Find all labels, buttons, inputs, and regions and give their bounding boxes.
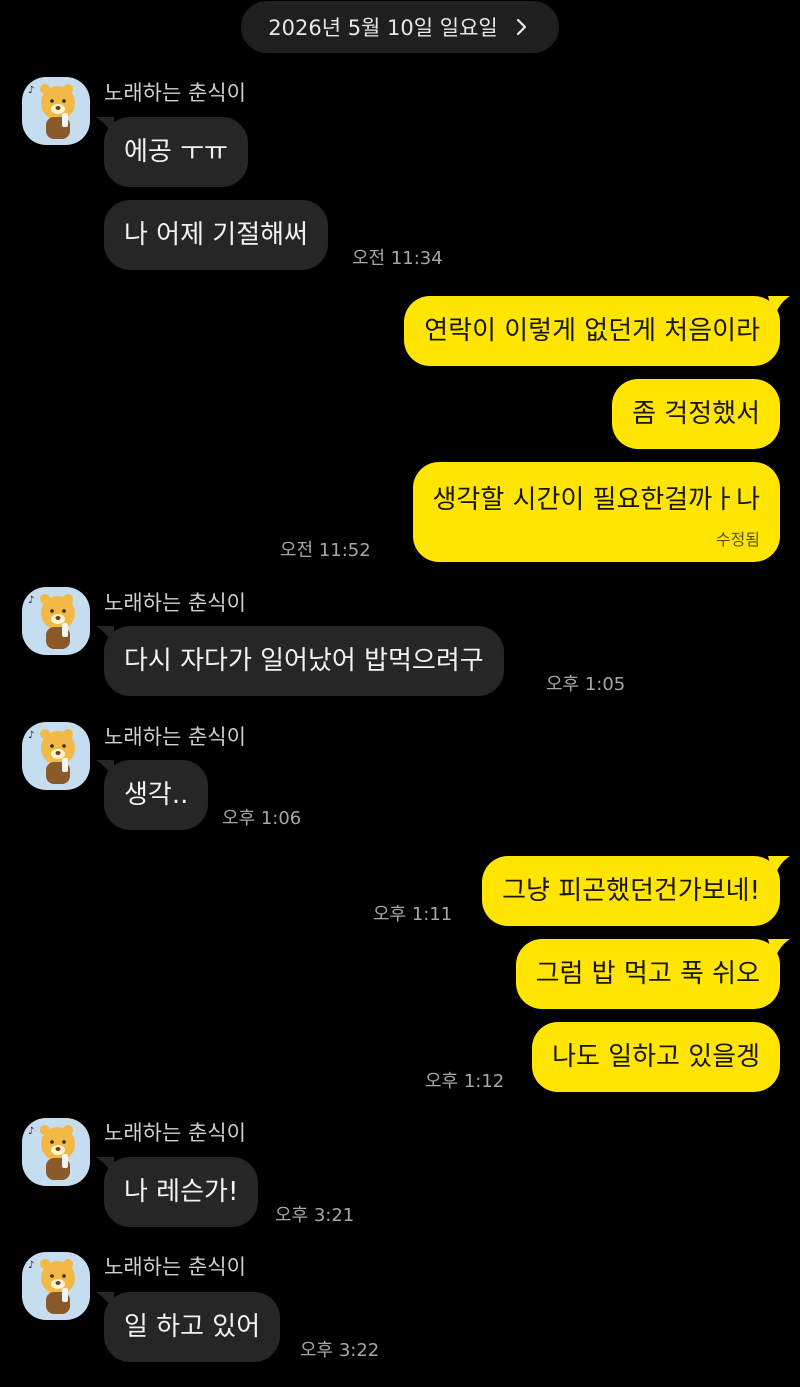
message-time: 오후 1:06 <box>222 808 302 829</box>
message-text: 나도 일하고 있을겡 <box>552 1042 760 1072</box>
incoming-message[interactable]: 에공 ㅜㅠ <box>104 117 248 187</box>
outgoing-message[interactable]: 연락이 이렇게 없던게 처음이라 <box>404 296 780 366</box>
svg-text:♪: ♪ <box>28 85 34 96</box>
sender-avatar[interactable]: ♪ <box>22 77 90 145</box>
message-time: 오후 1:05 <box>546 674 626 695</box>
message-text: 다시 자다가 일어났어 밥먹으려구 <box>124 646 484 676</box>
date-header-text: 2026년 5월 10일 일요일 <box>268 16 498 40</box>
incoming-message[interactable]: 생각.. <box>104 760 209 830</box>
outgoing-message[interactable]: 그냥 피곤했던건가보네! <box>482 856 780 926</box>
sender-avatar[interactable]: ♪ <box>22 1118 90 1186</box>
incoming-message[interactable]: 나 레슨가! <box>104 1157 259 1227</box>
outgoing-message[interactable]: 그럼 밥 먹고 푹 쉬오 <box>515 939 780 1009</box>
edited-label: 수정됨 <box>715 530 760 549</box>
message-text: 나 레슨가! <box>124 1177 239 1207</box>
sender-name: 노래하는 춘식이 <box>104 1255 246 1279</box>
message-text: 그럼 밥 먹고 푹 쉬오 <box>535 959 760 989</box>
svg-text:♪: ♪ <box>28 1260 34 1271</box>
message-time: 오전 11:52 <box>280 540 371 561</box>
message-time: 오전 11:34 <box>352 248 443 269</box>
outgoing-message[interactable]: 좀 걱정했서 <box>612 379 780 449</box>
message-text: 나 어제 기절해써 <box>124 220 308 250</box>
message-text: 좀 걱정했서 <box>632 399 760 429</box>
message-text: 일 하고 있어 <box>124 1312 261 1342</box>
message-time: 오후 1:11 <box>373 904 453 925</box>
svg-text:♪: ♪ <box>28 595 34 606</box>
message-text: 연락이 이렇게 없던게 처음이라 <box>424 316 760 346</box>
sender-name: 노래하는 춘식이 <box>104 1121 246 1145</box>
svg-text:♪: ♪ <box>28 1126 34 1137</box>
message-time: 오후 3:21 <box>275 1205 355 1226</box>
date-header[interactable]: 2026년 5월 10일 일요일 <box>241 1 559 53</box>
message-text: 에공 ㅜㅠ <box>124 137 228 167</box>
message-text: 생각.. <box>124 780 189 810</box>
incoming-message[interactable]: 일 하고 있어 <box>104 1292 281 1362</box>
incoming-message[interactable]: 다시 자다가 일어났어 밥먹으려구 <box>104 626 504 696</box>
incoming-message[interactable]: 나 어제 기절해써 <box>104 200 328 270</box>
sender-avatar[interactable]: ♪ <box>22 587 90 655</box>
sender-name: 노래하는 춘식이 <box>104 81 246 105</box>
message-text: 생각할 시간이 필요한걸까ㅏ나 <box>432 485 761 515</box>
message-text: 그냥 피곤했던건가보네! <box>502 876 760 906</box>
sender-name: 노래하는 춘식이 <box>104 725 246 749</box>
svg-text:♪: ♪ <box>28 730 34 741</box>
sender-avatar[interactable]: ♪ <box>22 1252 90 1320</box>
outgoing-message[interactable]: 나도 일하고 있을겡 <box>532 1022 780 1092</box>
message-time: 오후 3:22 <box>300 1340 380 1361</box>
sender-avatar[interactable]: ♪ <box>22 722 90 790</box>
chevron-right-icon <box>510 16 532 38</box>
message-time: 오후 1:12 <box>425 1071 505 1092</box>
sender-name: 노래하는 춘식이 <box>104 591 246 615</box>
